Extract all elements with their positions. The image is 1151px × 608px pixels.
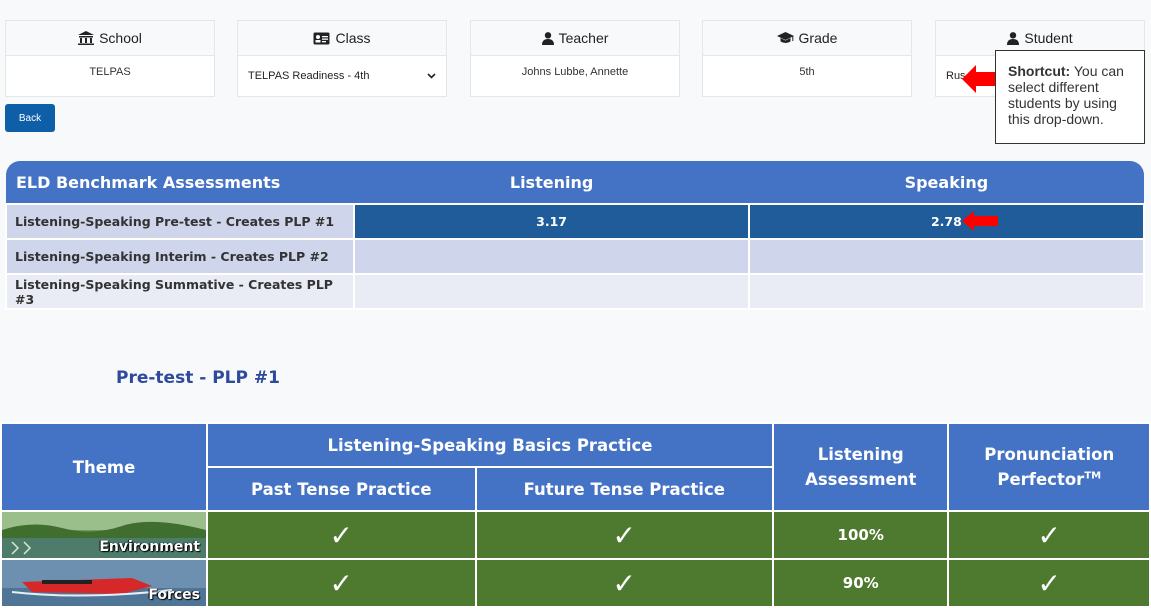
section-title: Pre-test - PLP #1 [116,368,280,388]
plp-table: Theme Listening-Speaking Basics Practice… [0,422,1151,608]
grade-card: Grade 5th [702,20,912,97]
checkmark-icon: ✓ [612,518,636,552]
class-select[interactable]: TELPAS Readiness - 4th [238,56,446,82]
table-row[interactable]: Listening-Speaking Interim - Creates PLP… [4,238,1146,275]
forces-theme-image: Forces [2,560,206,606]
grade-value: 5th [799,66,815,78]
past-tense-header: Past Tense Practice [206,466,477,512]
class-select-value: TELPAS Readiness - 4th [248,70,370,82]
user-icon [1007,31,1020,45]
speaking-score [747,273,1146,310]
eld-header-listening: Listening [354,161,749,204]
listening-header-line-1: Listening [817,445,904,464]
future-tense-check: ✓ [474,510,774,560]
past-tense-check: ✓ [206,558,477,608]
pron-header-line-1: Pronunciation [984,445,1115,464]
teacher-label: Teacher [558,30,609,46]
student-label: Student [1024,30,1073,46]
graduation-cap-icon [776,32,794,43]
chevron-down-icon [427,73,436,79]
class-card: Class TELPAS Readiness - 4th [237,20,447,97]
theme-cell-environment[interactable]: Environment [0,510,208,560]
past-tense-check: ✓ [206,510,477,560]
school-card-header: School [6,21,214,56]
table-row[interactable]: Environment ✓ ✓ 100% ✓ [0,510,1151,560]
theme-cell-forces[interactable]: Forces [0,558,208,608]
row-label: Listening-Speaking Interim - Creates PLP… [4,238,356,275]
speaking-score-cell[interactable]: 2.78 [747,203,1146,240]
environment-theme-image: Environment [2,512,206,558]
future-tense-check: ✓ [474,558,774,608]
theme-header: Theme [0,422,208,512]
teacher-card-header: Teacher [471,21,679,56]
red-arrow-icon [962,65,998,93]
checkmark-icon: ✓ [1037,518,1061,552]
class-card-header: Class [238,21,446,56]
checkmark-icon: ✓ [612,566,636,600]
row-label: Listening-Speaking Pre-test - Creates PL… [4,203,356,240]
pronunciation-perfector-header: Pronunciation PerfectorTM [947,422,1151,512]
bank-icon [78,31,95,45]
row-label: Listening-Speaking Summative - Creates P… [4,273,356,310]
basics-practice-header: Listening-Speaking Basics Practice [206,422,774,468]
callout-bold: Shortcut: [1008,63,1071,79]
pronunciation-check: ✓ [947,510,1151,560]
table-row[interactable]: Forces ✓ ✓ 90% ✓ [0,558,1151,608]
grade-card-header: Grade [703,21,911,56]
listening-assessment-header: Listening Assessment [771,422,950,512]
table-row[interactable]: Listening-Speaking Summative - Creates P… [4,273,1146,310]
eld-header-row: ELD Benchmark Assessments Listening Spea… [6,161,1144,204]
eld-header-speaking: Speaking [748,161,1144,204]
future-tense-header: Future Tense Practice [474,466,774,512]
back-button[interactable]: Back [5,104,55,132]
pronunciation-check: ✓ [947,558,1151,608]
theme-label: Forces [148,587,200,603]
red-arrow-icon [961,211,998,231]
listening-assessment-score: 90% [771,558,950,608]
listening-header-line-2: Assessment [805,470,917,489]
checkmark-icon: ✓ [329,566,354,600]
school-value: TELPAS [89,66,131,78]
speaking-score: 2.78 [930,214,962,229]
teacher-card: Teacher Johns Lubbe, Annette [470,20,680,97]
user-icon [541,31,554,45]
class-label: Class [335,30,371,46]
school-label: School [99,30,142,46]
eld-benchmark-table: ELD Benchmark Assessments Listening Spea… [4,161,1146,310]
trademark-mark: TM [1084,470,1102,482]
teacher-value: Johns Lubbe, Annette [521,66,629,78]
pron-header-name: Perfector [997,470,1085,489]
shortcut-callout: Shortcut: You can select different stude… [995,50,1145,144]
eld-header-assessments: ELD Benchmark Assessments [6,161,355,204]
listening-assessment-score: 100% [771,510,950,560]
pron-header-line-2: PerfectorTM [949,470,1149,489]
theme-label: Environment [99,539,200,555]
checkmark-icon: ✓ [1037,566,1061,600]
plp-header-row-1: Theme Listening-Speaking Basics Practice… [0,422,1151,512]
checkmark-icon: ✓ [329,518,354,552]
listening-score [353,238,750,275]
listening-score [353,273,750,310]
id-card-icon [313,32,330,44]
school-card: School TELPAS [5,20,215,97]
listening-score[interactable]: 3.17 [353,203,750,240]
speaking-score [747,238,1146,275]
table-row[interactable]: Listening-Speaking Pre-test - Creates PL… [4,203,1146,240]
grade-label: Grade [798,30,838,46]
